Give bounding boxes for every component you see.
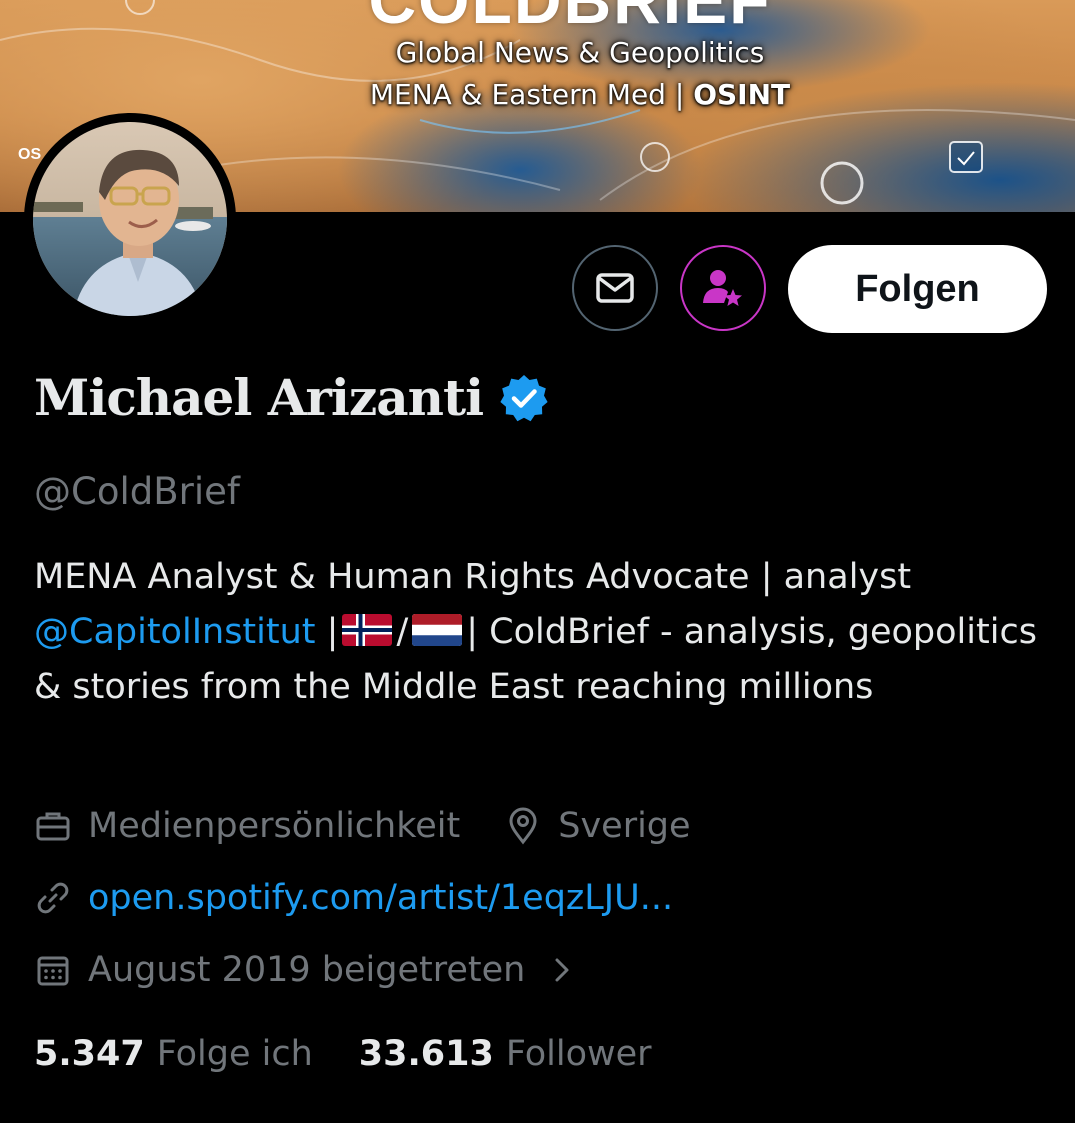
following-stat[interactable]: 5.347 Folge ich bbox=[34, 1034, 313, 1074]
netherlands-flag-icon bbox=[412, 614, 463, 646]
person-star-icon bbox=[703, 270, 742, 306]
follow-button[interactable]: Folgen bbox=[788, 245, 1047, 333]
bio-mention-link[interactable]: @CapitolInstitut bbox=[34, 612, 316, 652]
handle: @ColdBrief bbox=[34, 470, 240, 513]
banner-tagline-2-bold: OSINT bbox=[693, 78, 791, 111]
banner-tagline-2: MENA & Eastern Med | OSINT bbox=[260, 78, 900, 111]
profile-meta-row-2: open.spotify.com/artist/1eqzLJU... bbox=[34, 878, 673, 918]
chevron-right-icon[interactable] bbox=[547, 955, 577, 985]
profile-website-link[interactable]: open.spotify.com/artist/1eqzLJU... bbox=[88, 878, 673, 918]
avatar-photo bbox=[33, 122, 227, 316]
profile-category: Medienpersönlichkeit bbox=[88, 806, 461, 846]
envelope-icon bbox=[596, 273, 634, 303]
message-button[interactable] bbox=[572, 245, 658, 331]
banner-tagline-1: Global News & Geopolitics bbox=[395, 36, 765, 69]
bio-flag-separator: / bbox=[396, 612, 409, 652]
follow-stats: 5.347 Folge ich 33.613 Follower bbox=[34, 1034, 652, 1074]
profile-joined-date: August 2019 beigetreten bbox=[88, 950, 526, 990]
followers-stat[interactable]: 33.613 Follower bbox=[359, 1034, 652, 1074]
followers-label: Follower bbox=[505, 1034, 652, 1074]
subscribe-button[interactable] bbox=[680, 245, 766, 331]
banner-tagline-2-prefix: MENA & Eastern Med | bbox=[369, 78, 694, 111]
following-count: 5.347 bbox=[34, 1034, 145, 1074]
profile-page: COLDBRIEF Global News & Geopolitics MENA… bbox=[0, 0, 1075, 1123]
link-icon bbox=[37, 882, 69, 914]
bio: MENA Analyst & Human Rights Advocate | a… bbox=[34, 550, 1044, 715]
banner-logo-text: COLDBRIEF bbox=[368, 0, 772, 37]
name-row: Michael Arizanti bbox=[34, 368, 549, 427]
norway-flag-icon bbox=[342, 614, 393, 646]
briefcase-icon bbox=[36, 812, 70, 841]
bio-text-2: | bbox=[315, 612, 339, 652]
followers-count: 33.613 bbox=[358, 1034, 494, 1074]
location-pin-icon bbox=[509, 807, 537, 845]
profile-meta-row-3[interactable]: August 2019 beigetreten bbox=[34, 950, 577, 990]
display-name: Michael Arizanti bbox=[34, 368, 484, 427]
verified-badge-icon[interactable] bbox=[499, 373, 549, 423]
avatar[interactable] bbox=[24, 113, 236, 325]
profile-location: Sverige bbox=[558, 806, 691, 846]
banner-corner-text: OS bbox=[18, 146, 42, 163]
bio-text-1: MENA Analyst & Human Rights Advocate | a… bbox=[34, 557, 912, 597]
following-label: Folge ich bbox=[156, 1034, 313, 1074]
calendar-icon bbox=[37, 956, 69, 986]
profile-meta-row-1: Medienpersönlichkeit Sverige bbox=[34, 806, 691, 846]
